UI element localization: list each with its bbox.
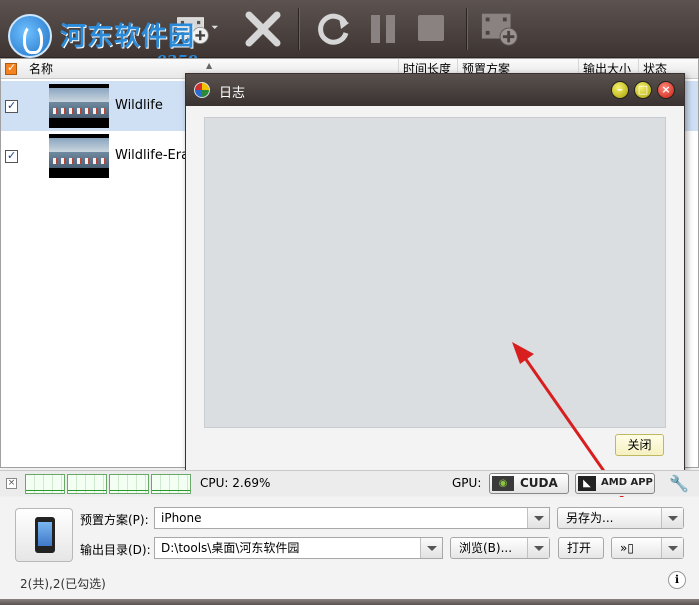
row-checkbox[interactable] <box>5 149 18 163</box>
convert-button[interactable] <box>312 8 354 50</box>
watermark: 河东软件园 www.pc0359.cn <box>4 6 264 70</box>
close-icon: × <box>661 83 671 96</box>
output-dir-field[interactable]: D:\tools\桌面\河东软件园 <box>154 537 443 559</box>
status-bar: × CPU: 2.69% GPU: ◉ CUDA ◣ AMD APP 🔧 <box>0 470 699 496</box>
stop-icon <box>418 15 444 41</box>
app-icon <box>194 82 210 98</box>
log-dialog: 日志 – □ × 关闭 <box>185 73 685 471</box>
chevron-down-icon[interactable] <box>527 538 549 558</box>
output-settings-panel: 预置方案(P): iPhone 另存为... 输出目录(D): D:\tools… <box>0 497 699 605</box>
log-text-area[interactable] <box>204 117 666 428</box>
video-thumbnail <box>49 84 109 128</box>
amd-app-button[interactable]: ◣ AMD APP <box>575 473 655 494</box>
toolbar-separator <box>298 8 299 50</box>
cpu-meter <box>25 474 65 494</box>
sort-arrow-icon: ▲ <box>206 61 213 70</box>
dialog-title-bar[interactable]: 日志 – □ × <box>186 74 684 106</box>
phone-icon <box>35 517 55 553</box>
close-meters-icon[interactable]: × <box>6 478 17 489</box>
wrench-icon[interactable]: 🔧 <box>668 473 690 495</box>
row-file-name: Wildlife-Eraz <box>115 148 196 163</box>
film-gear-icon <box>481 13 518 46</box>
nvidia-icon: ◉ <box>492 476 514 491</box>
preset-value: iPhone <box>161 511 202 525</box>
device-button[interactable] <box>15 508 73 562</box>
stop-button[interactable] <box>410 8 452 50</box>
select-all-checkbox[interactable] <box>5 61 17 75</box>
cuda-button[interactable]: ◉ CUDA <box>489 473 569 494</box>
cpu-usage: CPU: 2.69% <box>200 476 271 490</box>
amd-icon: ◣ <box>578 476 596 491</box>
toolbar-separator <box>466 8 467 50</box>
chevron-down-icon[interactable] <box>661 508 683 528</box>
video-thumbnail <box>49 134 109 178</box>
refresh-icon <box>318 13 349 45</box>
preset-select[interactable]: iPhone <box>154 507 550 529</box>
chevron-down-icon[interactable] <box>527 508 549 528</box>
transfer-button[interactable]: »▯ <box>611 537 684 559</box>
notification-icon[interactable]: ℹ <box>668 571 686 589</box>
merge-button[interactable] <box>480 8 522 50</box>
row-checkbox[interactable] <box>5 99 18 113</box>
amd-label: AMD APP <box>601 477 653 488</box>
pause-button[interactable] <box>362 8 404 50</box>
maximize-icon: □ <box>637 83 649 96</box>
browse-label: 浏览(B)... <box>459 541 513 555</box>
output-dir-label: 输出目录(D): <box>80 543 151 557</box>
row-file-name: Wildlife <box>115 98 163 113</box>
cpu-meter <box>67 474 107 494</box>
close-window-button[interactable]: × <box>657 81 675 99</box>
maximize-button[interactable]: □ <box>634 81 652 99</box>
minimize-icon: – <box>617 83 623 96</box>
close-button[interactable]: 关闭 <box>615 434 664 456</box>
watermark-logo-icon <box>8 14 52 58</box>
dialog-title: 日志 <box>219 86 246 101</box>
cuda-label: CUDA <box>520 476 558 490</box>
minimize-button[interactable]: – <box>611 81 629 99</box>
window-bottom-edge <box>0 599 699 605</box>
open-button[interactable]: 打开 <box>558 537 604 559</box>
chevron-down-icon[interactable] <box>661 538 683 558</box>
watermark-text: 河东软件园 <box>60 22 196 52</box>
transfer-icon: »▯ <box>620 541 634 555</box>
pause-icon <box>371 15 395 43</box>
gpu-label: GPU: <box>452 476 482 490</box>
preset-label: 预置方案(P): <box>80 513 149 527</box>
browse-button[interactable]: 浏览(B)... <box>450 537 550 559</box>
file-count: 2(共),2(已勾选) <box>20 577 106 591</box>
save-as-button[interactable]: 另存为... <box>557 507 684 529</box>
chevron-down-icon[interactable] <box>420 538 442 558</box>
cpu-meter <box>151 474 191 494</box>
output-dir-value: D:\tools\桌面\河东软件园 <box>161 541 300 555</box>
cpu-meter <box>109 474 149 494</box>
save-as-label: 另存为... <box>566 511 614 525</box>
